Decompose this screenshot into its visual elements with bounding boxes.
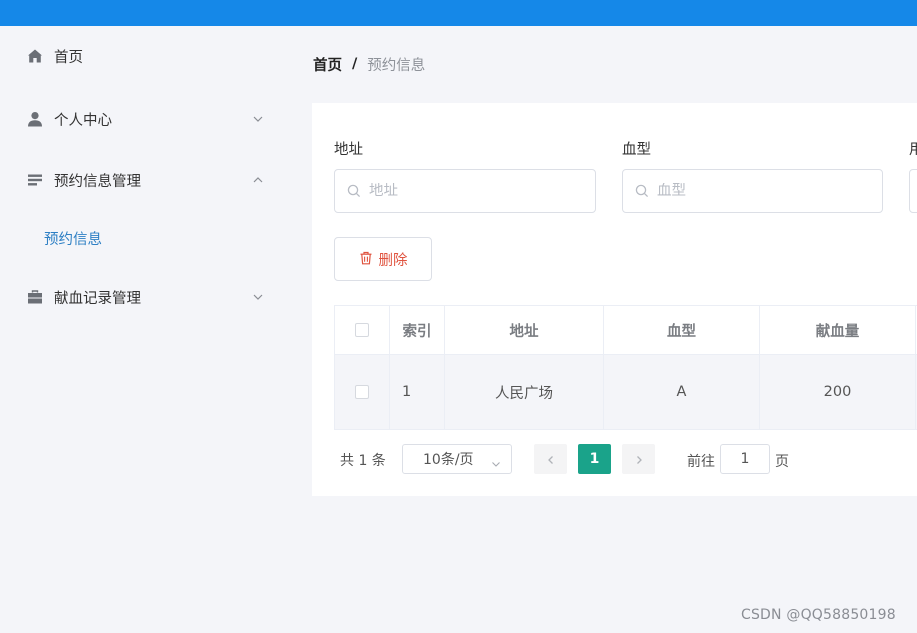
cell-amount: 200 [760,355,916,429]
sidebar-item-label: 献血记录管理 [54,290,141,307]
column-header-blood-type[interactable]: 血型 [604,306,760,354]
top-bar [0,0,917,26]
breadcrumb-current: 预约信息 [367,57,426,74]
goto-page-wrapper [720,444,770,474]
sidebar-item-appointment-management[interactable]: 预约信息管理 [0,160,284,200]
page-number-current[interactable]: 1 [578,444,611,474]
goto-label: 前往 [687,454,715,470]
chevron-down-icon [252,291,264,303]
content-card [312,103,917,496]
row-select-cell [334,355,390,429]
column-header-index[interactable]: 索引 [390,306,445,354]
search-icon [635,184,649,198]
table-header-row: 索引 地址 血型 献血量 [334,306,917,355]
breadcrumb: 首页 / 预约信息 [313,54,425,74]
sidebar-subitem-label: 预约信息 [44,231,102,248]
next-page-button[interactable] [622,444,655,474]
sidebar: 首页 个人中心 预约信息管理 预约信息 献血记录管理 [0,26,284,633]
chevron-up-icon [252,174,264,186]
sidebar-item-personal-center[interactable]: 个人中心 [0,99,284,139]
page-size-select[interactable]: 10条/页 [402,444,512,474]
select-all-checkbox[interactable] [355,323,369,337]
breadcrumb-separator: / [352,56,358,72]
chevron-right-icon [634,450,644,469]
row-checkbox[interactable] [355,385,369,399]
blood-type-input[interactable] [657,183,857,199]
sidebar-subitem-appointment-info[interactable]: 预约信息 [0,219,284,257]
search-icon [347,184,361,198]
header-select-cell [334,306,390,354]
third-field-label: 用 [909,142,917,158]
menu-lines-icon [26,171,44,189]
third-field-input[interactable] [909,169,917,213]
sidebar-item-label: 首页 [54,49,83,66]
page-size-value: 10条/页 [423,452,474,468]
delete-button[interactable]: 删除 [334,237,432,281]
watermark: CSDN @QQ58850198 [741,607,896,623]
delete-button-label: 删除 [378,252,408,269]
sidebar-item-home[interactable]: 首页 [0,36,284,76]
address-label: 地址 [334,142,363,158]
column-header-amount[interactable]: 献血量 [760,306,916,354]
pagination-total: 共 1 条 [340,453,386,469]
user-icon [26,110,44,128]
blood-type-label: 血型 [622,142,651,158]
trash-icon [359,250,373,269]
breadcrumb-home[interactable]: 首页 [313,54,342,75]
page-suffix-label: 页 [775,454,789,470]
cell-address: 人民广场 [445,355,604,429]
address-input[interactable] [369,183,569,199]
prev-page-button[interactable] [534,444,567,474]
briefcase-icon [26,288,44,306]
sidebar-item-label: 预约信息管理 [54,173,141,190]
blood-type-input-wrapper [622,169,883,213]
sidebar-item-label: 个人中心 [54,112,112,129]
sidebar-item-donation-records[interactable]: 献血记录管理 [0,277,284,317]
cell-index: 1 [390,355,445,429]
address-input-wrapper [334,169,596,213]
chevron-down-icon [491,454,501,467]
goto-page-input[interactable] [723,451,767,467]
chevron-left-icon [546,450,556,469]
cell-blood-type: A [604,355,760,429]
column-header-address[interactable]: 地址 [445,306,604,354]
table-row[interactable]: 1 人民广场 A 200 [334,355,917,430]
home-icon [26,47,44,65]
data-table: 索引 地址 血型 献血量 1 人民广场 A 200 [334,305,917,430]
chevron-down-icon [252,113,264,125]
